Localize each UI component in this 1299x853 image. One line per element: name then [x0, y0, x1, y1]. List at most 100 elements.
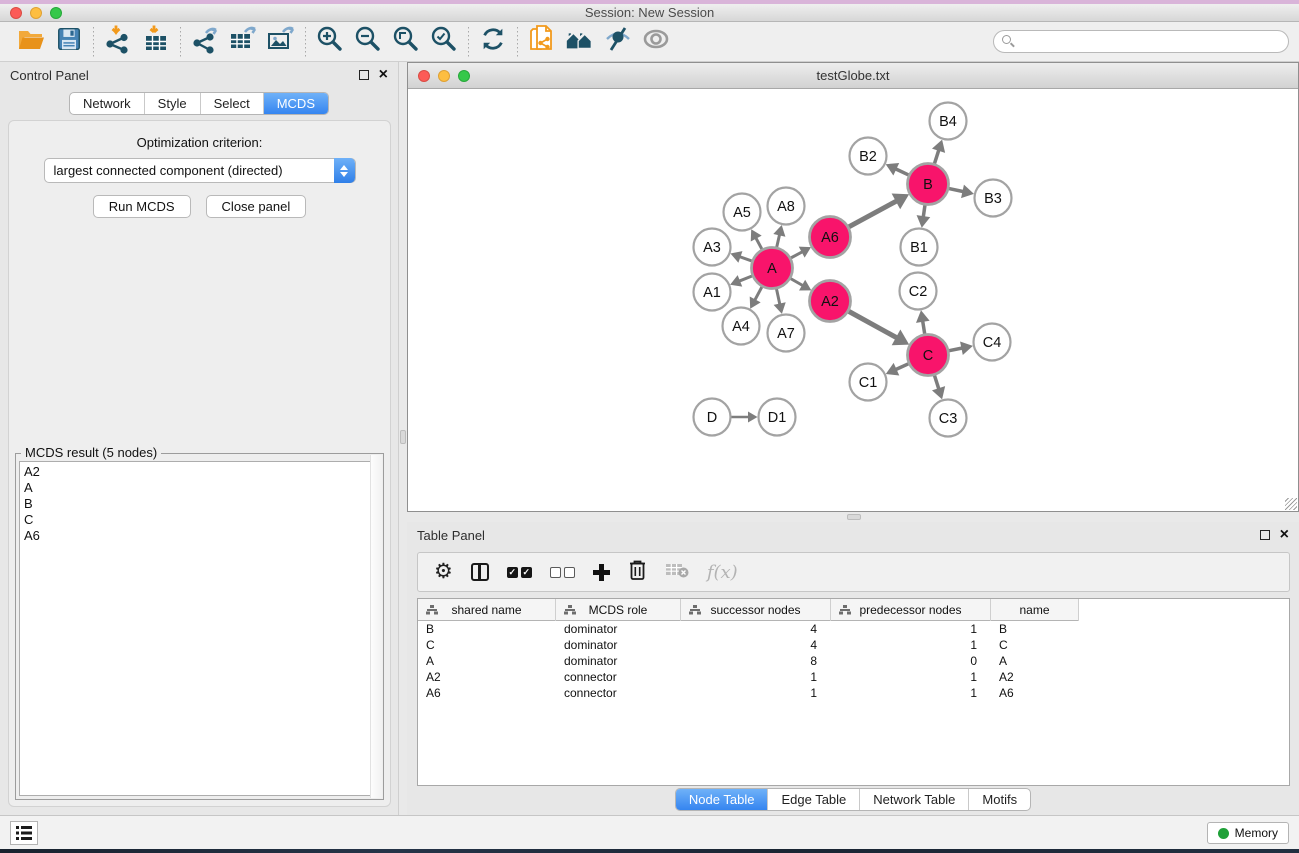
mcds-result-list[interactable]: A2ABCA6 — [19, 461, 380, 796]
edge-A-A3[interactable] — [739, 257, 751, 261]
mcds-result-item[interactable]: A6 — [24, 528, 379, 544]
edge-A-A4[interactable] — [755, 287, 762, 300]
edge-A-A6[interactable] — [791, 252, 803, 258]
table-row[interactable]: A6connector11A6 — [418, 685, 1289, 701]
table-row[interactable]: Bdominator41B — [418, 621, 1289, 637]
network-window-titlebar[interactable]: testGlobe.txt — [408, 63, 1298, 89]
delete-column-button[interactable] — [628, 559, 647, 586]
edge-A6-B[interactable] — [849, 201, 897, 227]
column-header-shared-name[interactable]: shared name — [418, 599, 556, 621]
column-header-successor-nodes[interactable]: successor nodes — [681, 599, 831, 621]
mcds-result-item[interactable]: A — [24, 480, 379, 496]
edge-A2-C[interactable] — [849, 311, 897, 337]
cybrowser-home-button[interactable] — [561, 25, 599, 59]
table-cell[interactable]: A — [418, 653, 556, 669]
table-settings-button[interactable]: ⚙ — [434, 562, 453, 582]
tab-motifs[interactable]: Motifs — [968, 789, 1030, 810]
table-cell[interactable]: 4 — [681, 637, 831, 653]
zoom-fit-button[interactable] — [387, 25, 425, 59]
edge-C-C2[interactable] — [923, 321, 925, 334]
zoom-out-button[interactable] — [349, 25, 387, 59]
close-panel-icon[interactable]: × — [379, 70, 388, 80]
show-columns-button[interactable] — [471, 563, 489, 581]
column-header-name[interactable]: name — [991, 599, 1079, 621]
table-cell[interactable]: B — [991, 621, 1079, 637]
zoom-in-button[interactable] — [311, 25, 349, 59]
close-panel-button[interactable]: Close panel — [206, 195, 307, 218]
table-cell[interactable]: C — [991, 637, 1079, 653]
edge-A-A2[interactable] — [791, 279, 803, 286]
clone-network-button[interactable] — [523, 25, 561, 59]
mcds-list-scrollbar[interactable] — [370, 455, 382, 798]
memory-button[interactable]: Memory — [1207, 822, 1289, 844]
edge-A-A5[interactable] — [756, 238, 762, 249]
edge-A-A1[interactable] — [739, 276, 752, 281]
tab-style[interactable]: Style — [144, 93, 200, 114]
search-input[interactable] — [993, 30, 1289, 53]
table-cell[interactable]: 1 — [831, 685, 991, 701]
vertical-splitter[interactable] — [399, 62, 407, 815]
table-row[interactable]: A2connector11A2 — [418, 669, 1289, 685]
add-column-button[interactable] — [593, 564, 610, 581]
tab-network-table[interactable]: Network Table — [859, 789, 968, 810]
float-panel-icon[interactable] — [1260, 530, 1270, 540]
table-cell[interactable]: 1 — [831, 621, 991, 637]
open-session-button[interactable] — [12, 25, 50, 59]
table-cell[interactable]: 1 — [831, 637, 991, 653]
table-cell[interactable]: 0 — [831, 653, 991, 669]
table-cell[interactable]: connector — [556, 669, 681, 685]
show-graphics-details-button[interactable] — [637, 25, 675, 59]
table-cell[interactable]: A — [991, 653, 1079, 669]
edge-C-C1[interactable] — [896, 364, 909, 370]
table-cell[interactable]: dominator — [556, 621, 681, 637]
mcds-result-item[interactable]: B — [24, 496, 379, 512]
edge-B-B1[interactable] — [923, 205, 925, 217]
table-cell[interactable]: A2 — [991, 669, 1079, 685]
tab-select[interactable]: Select — [200, 93, 263, 114]
table-cell[interactable]: 1 — [681, 669, 831, 685]
save-session-button[interactable] — [50, 25, 88, 59]
export-table-button[interactable] — [224, 25, 262, 59]
column-header-predecessor-nodes[interactable]: predecessor nodes — [831, 599, 991, 621]
edge-C-C3[interactable] — [935, 375, 939, 389]
table-cell[interactable]: dominator — [556, 653, 681, 669]
splitter-grip[interactable] — [847, 514, 861, 520]
import-network-button[interactable] — [99, 25, 137, 59]
import-table-button[interactable] — [137, 25, 175, 59]
table-cell[interactable]: A6 — [991, 685, 1079, 701]
edge-B-B4[interactable] — [935, 150, 939, 164]
table-cell[interactable]: 1 — [831, 669, 991, 685]
export-network-button[interactable] — [186, 25, 224, 59]
tab-mcds[interactable]: MCDS — [263, 93, 328, 114]
table-cell[interactable]: 8 — [681, 653, 831, 669]
mcds-result-item[interactable]: A2 — [24, 464, 379, 480]
tab-network[interactable]: Network — [70, 93, 144, 114]
network-canvas[interactable]: B4B2BB3A8A5A6A3B1AA1C2A2A4A7C4CC1DD1C3 — [408, 89, 1298, 511]
table-cell[interactable]: 4 — [681, 621, 831, 637]
select-all-columns-button[interactable]: ✓✓ — [507, 567, 532, 578]
run-mcds-button[interactable]: Run MCDS — [93, 195, 191, 218]
close-panel-icon[interactable]: × — [1280, 530, 1289, 540]
export-image-button[interactable] — [262, 25, 300, 59]
table-cell[interactable]: connector — [556, 685, 681, 701]
refresh-button[interactable] — [474, 25, 512, 59]
unselect-all-columns-button[interactable] — [550, 567, 575, 578]
tab-edge-table[interactable]: Edge Table — [767, 789, 859, 810]
table-cell[interactable]: dominator — [556, 637, 681, 653]
optimization-criterion-select[interactable]: largest connected component (directed) — [44, 158, 356, 183]
edge-C-C4[interactable] — [949, 348, 962, 351]
float-panel-icon[interactable] — [359, 70, 369, 80]
tab-node-table[interactable]: Node Table — [676, 789, 768, 810]
splitter-grip[interactable] — [400, 430, 406, 444]
table-cell[interactable]: A2 — [418, 669, 556, 685]
horizontal-splitter[interactable] — [407, 512, 1299, 522]
task-history-button[interactable] — [10, 821, 38, 845]
table-cell[interactable]: A6 — [418, 685, 556, 701]
table-cell[interactable]: C — [418, 637, 556, 653]
table-cell[interactable]: B — [418, 621, 556, 637]
resize-grip-icon[interactable] — [1285, 498, 1297, 510]
mcds-result-item[interactable]: C — [24, 512, 379, 528]
table-row[interactable]: Adominator80A — [418, 653, 1289, 669]
edge-B-B3[interactable] — [949, 189, 963, 192]
edge-A-A7[interactable] — [777, 289, 780, 305]
